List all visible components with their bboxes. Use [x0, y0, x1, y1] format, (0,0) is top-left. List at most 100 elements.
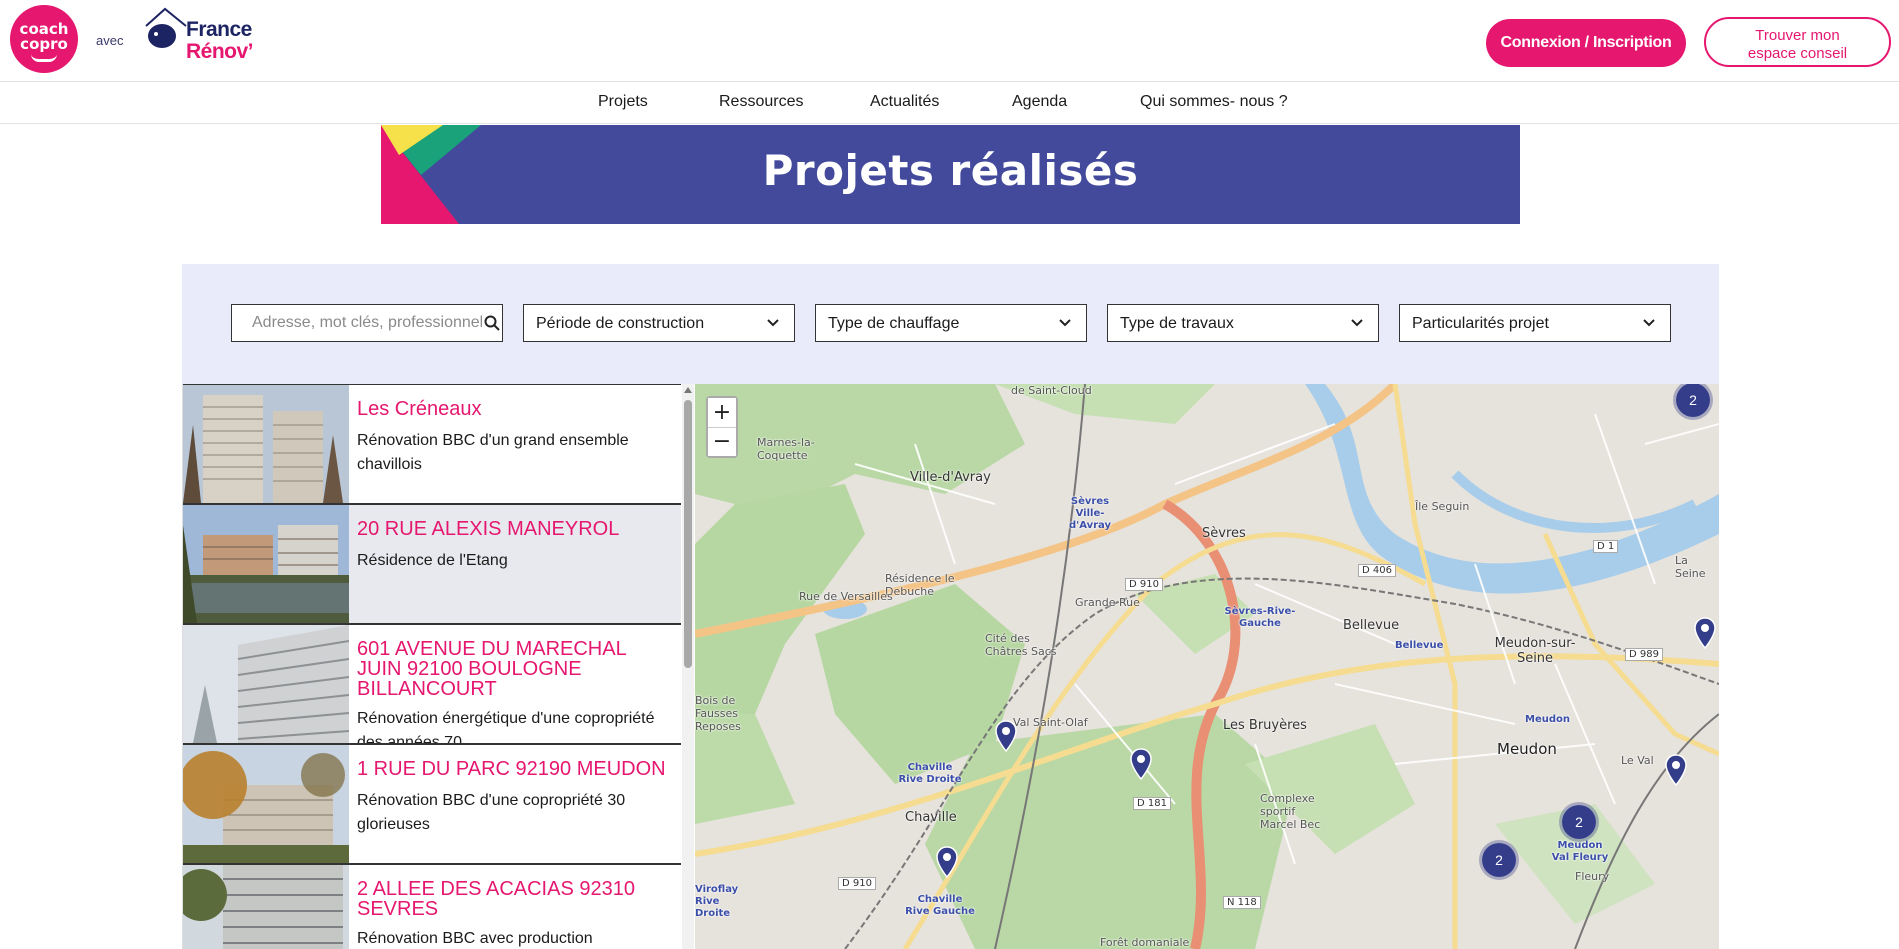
map-label-residence-debuche: Résidence le Debuche — [885, 572, 955, 598]
select-label: Type de chauffage — [828, 315, 960, 332]
avec-label: avec — [96, 33, 124, 48]
map-label-la-seine: La Seine — [1675, 554, 1706, 580]
project-title[interactable]: Les Créneaux — [357, 399, 675, 419]
scroll-up-icon[interactable] — [684, 387, 692, 393]
project-photo — [183, 385, 349, 503]
map-cluster-marker[interactable]: 2 — [1559, 802, 1599, 842]
road-tag: D 989 — [1625, 648, 1663, 661]
map-station-meudon-val-fleury: Meudon Val Fleury — [1551, 840, 1609, 863]
zoom-out-button[interactable]: − — [708, 427, 736, 456]
map-label-st-cloud: de Saint-Cloud — [1011, 384, 1092, 397]
project-title[interactable]: 20 RUE ALEXIS MANEYROL — [357, 519, 675, 539]
map-label-ville-davray: Ville-d'Avray — [910, 470, 991, 485]
map-pin-icon[interactable] — [1665, 754, 1687, 786]
projects-map[interactable]: de Saint-Cloud Marnes-la-Coquette Ville-… — [695, 384, 1719, 949]
zoom-in-button[interactable]: + — [708, 398, 736, 427]
select-type-chauffage[interactable]: Type de chauffage — [815, 304, 1087, 342]
map-label-fleury: Fleury — [1575, 870, 1610, 883]
road-tag: D 406 — [1358, 564, 1396, 577]
list-scrollbar[interactable] — [682, 384, 694, 949]
map-label-cite-chatres: Cité des Châtres Sacs — [985, 632, 1057, 658]
france-text: France — [186, 18, 252, 41]
map-station-sevres-rive-gauche: Sèvres-Rive-Gauche — [1224, 606, 1296, 629]
chevron-down-icon — [1059, 319, 1071, 327]
nav-qui-sommes-nous[interactable]: Qui sommes- nous ? — [1140, 93, 1288, 111]
select-label: Période de construction — [536, 315, 705, 332]
map-label-fausses-reposes: Bois de Fausses Reposes — [695, 694, 741, 733]
nav-projets[interactable]: Projets — [598, 93, 648, 111]
project-description: Rénovation énergétique d'une copropriété… — [357, 710, 655, 744]
map-pin-icon[interactable] — [1130, 748, 1152, 780]
road-tag: N 118 — [1223, 896, 1261, 909]
house-icon — [145, 7, 187, 48]
map-pin-icon[interactable] — [995, 720, 1017, 752]
project-photo — [183, 865, 349, 949]
road-tag: D 181 — [1133, 797, 1171, 810]
project-description: Rénovation BBC d'un grand ensemble chavi… — [357, 432, 629, 473]
select-label: Type de travaux — [1120, 315, 1234, 332]
project-description: Rénovation BBC avec production — [357, 930, 593, 947]
project-card[interactable]: 601 AVENUE DU MARECHAL JUIN 92100 BOULOG… — [183, 624, 681, 744]
nav-agenda[interactable]: Agenda — [1012, 93, 1067, 111]
zoom-control: + − — [706, 396, 738, 458]
project-description: Résidence de l'Etang — [357, 552, 508, 569]
find-advice-space-button[interactable]: Trouver mon espace conseil — [1704, 17, 1891, 67]
site-header: coach copro avec France Rénov’ Connexion… — [0, 0, 1899, 82]
road-tag: D 910 — [838, 877, 876, 890]
map-pin-icon[interactable] — [1694, 617, 1716, 649]
project-card[interactable]: 1 RUE DU PARC 92190 MEUDON Rénovation BB… — [183, 744, 681, 864]
login-signup-button[interactable]: Connexion / Inscription — [1486, 19, 1686, 67]
project-card[interactable]: 2 ALLEE DES ACACIAS 92310 SEVRES Rénovat… — [183, 864, 681, 949]
project-photo — [183, 505, 349, 623]
road-tag: D 910 — [1125, 578, 1163, 591]
page-banner: Projets réalisés — [381, 125, 1520, 224]
coachcopro-logo[interactable]: coach copro — [10, 5, 78, 73]
map-cluster-marker[interactable]: 2 — [1479, 840, 1519, 880]
search-box — [231, 304, 503, 342]
renov-text: Rénov’ — [186, 40, 254, 63]
map-tiles — [695, 384, 1719, 949]
project-title[interactable]: 2 ALLEE DES ACACIAS 92310 SEVRES — [357, 879, 675, 919]
project-photo — [183, 625, 349, 743]
chevron-down-icon — [1351, 319, 1363, 327]
chevron-down-icon — [767, 319, 779, 327]
map-label-les-bruyeres: Les Bruyères — [1223, 718, 1307, 733]
project-title[interactable]: 1 RUE DU PARC 92190 MEUDON — [357, 759, 675, 779]
project-description: Rénovation BBC d'une copropriété 30 glor… — [357, 792, 626, 833]
select-label: Particularités projet — [1412, 315, 1549, 332]
select-particularites-projet[interactable]: Particularités projet — [1399, 304, 1671, 342]
map-label-complexe: Complexe sportif Marcel Bec — [1260, 792, 1321, 831]
nav-actualites[interactable]: Actualités — [870, 93, 939, 111]
smile-icon — [31, 54, 57, 62]
map-station-chaville-rive-droite: Chaville Rive Droite — [898, 762, 962, 785]
page-title: Projets réalisés — [762, 146, 1139, 195]
filter-bar: Période de construction Type de chauffag… — [182, 264, 1719, 384]
map-label-grande-rue: Grande Rue — [1075, 596, 1140, 609]
project-list: Les Créneaux Rénovation BBC d'un grand e… — [182, 384, 681, 949]
select-type-travaux[interactable]: Type de travaux — [1107, 304, 1379, 342]
map-pin-icon[interactable] — [936, 846, 958, 878]
map-station-bellevue: Bellevue — [1395, 640, 1444, 651]
search-input[interactable] — [232, 305, 482, 341]
search-icon[interactable] — [484, 315, 500, 331]
scrollbar-thumb[interactable] — [684, 400, 692, 668]
logo-text-line2: copro — [20, 35, 68, 53]
france-renov-logo[interactable]: France Rénov’ — [138, 4, 268, 64]
map-label-ile-seguin: Île Seguin — [1415, 500, 1470, 513]
find-advice-line2: espace conseil — [1747, 45, 1848, 62]
project-photo — [183, 745, 349, 863]
map-label-sevres: Sèvres — [1202, 526, 1246, 541]
main-nav: Projets Ressources Actualités Agenda Qui… — [0, 83, 1899, 124]
map-label-foret: Forêt domaniale — [1100, 936, 1190, 949]
map-label-marnes: Marnes-la-Coquette — [757, 436, 815, 462]
find-advice-line1: Trouver mon — [1755, 27, 1840, 44]
map-station-chaville-rive-gauche: Chaville Rive Gauche — [905, 894, 975, 917]
project-card[interactable]: 20 RUE ALEXIS MANEYROL Résidence de l'Et… — [183, 504, 681, 624]
nav-ressources[interactable]: Ressources — [719, 93, 803, 111]
project-card[interactable]: Les Créneaux Rénovation BBC d'un grand e… — [183, 384, 681, 504]
map-label-le-val: Le Val — [1621, 754, 1654, 767]
chevron-down-icon — [1643, 319, 1655, 327]
select-periode-construction[interactable]: Période de construction — [523, 304, 795, 342]
project-title[interactable]: 601 AVENUE DU MARECHAL JUIN 92100 BOULOG… — [357, 639, 675, 699]
map-station-sevres-ville-davray: Sèvres Ville-d'Avray — [1068, 496, 1111, 531]
